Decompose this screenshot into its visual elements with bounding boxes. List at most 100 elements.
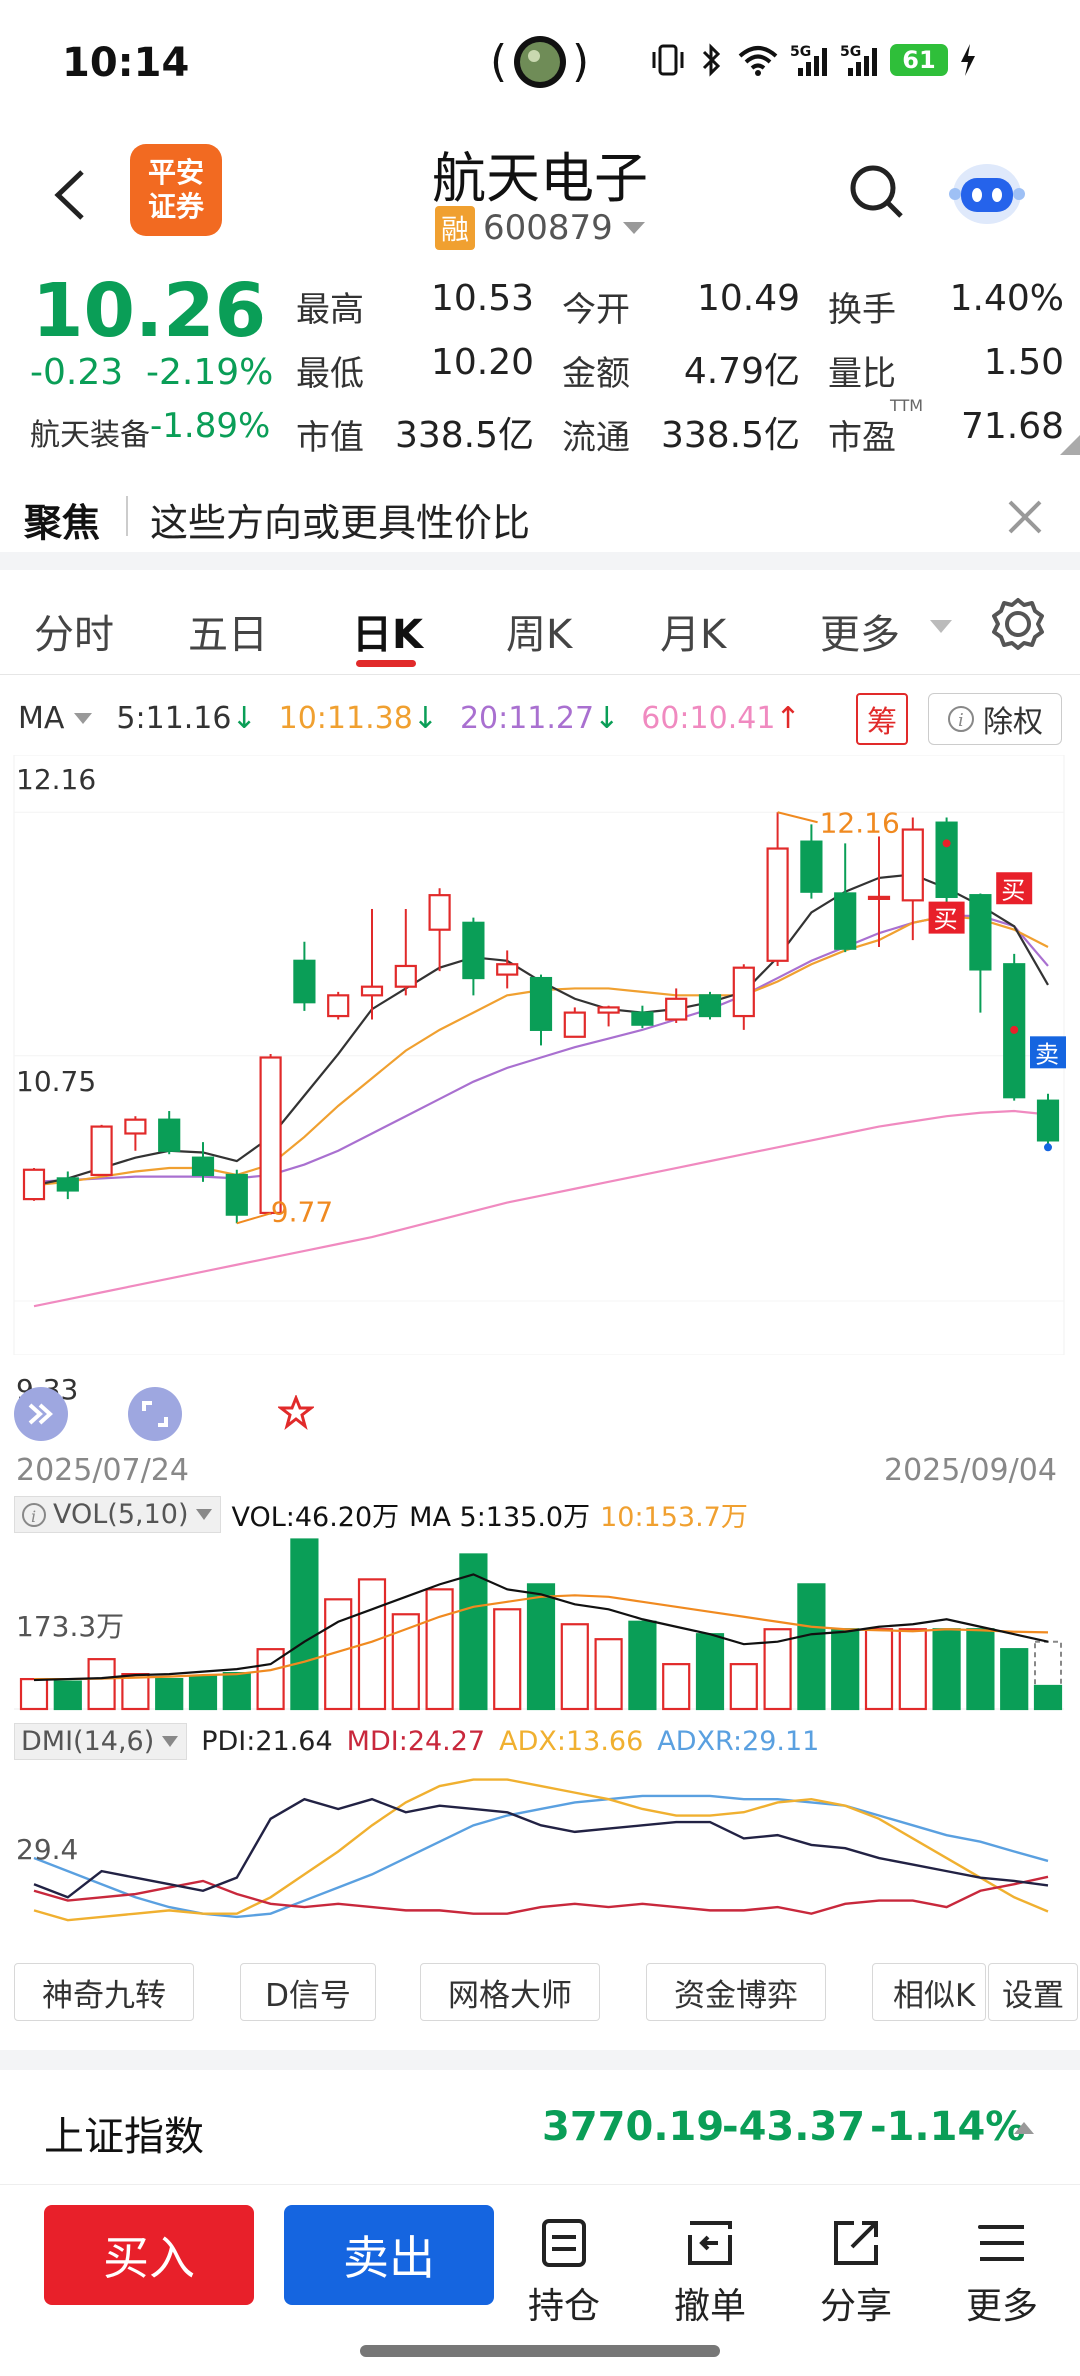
tab-five-day[interactable]: 五日 [188, 602, 268, 660]
dmi-dropdown-icon [162, 1735, 179, 1747]
fullscreen-button[interactable] [128, 1387, 182, 1441]
index-pct: -1.14% [870, 2104, 1026, 2150]
ai-assistant-button[interactable] [945, 150, 1029, 234]
chip-distribution-button[interactable]: 筹 [856, 693, 908, 745]
double-chevron-icon [28, 1403, 53, 1425]
volume-indicator-selector[interactable]: i VOL(5,10) [14, 1496, 222, 1533]
candle-body [293, 959, 316, 1004]
ma-legend[interactable]: MA 5:11.16↓ 10:11.38↓ 20:11.27↓ 60:10.41… [18, 701, 801, 736]
tool-nine-turn[interactable]: 神奇九转 [14, 1963, 194, 2021]
ma60-up-arrow-icon: ↑ [775, 701, 801, 736]
stock-header: 平安 证券 航天电子 融 600879 [0, 130, 1080, 260]
last-price: 10.26 [32, 268, 267, 354]
price-change: -0.23 [30, 352, 124, 393]
y-label-high: 12.16 [16, 763, 97, 796]
kline-chart[interactable]: 12.169.77买买卖 [0, 755, 1080, 1355]
volume-bar [898, 1628, 927, 1711]
chart-settings-button[interactable] [990, 596, 1046, 652]
candle-body [698, 994, 722, 1018]
candle-body [834, 892, 857, 950]
tab-monthly-k[interactable]: 月K [660, 602, 726, 660]
focus-divider [126, 496, 128, 536]
candle-body [867, 895, 891, 900]
quote-panel: 10.26 -0.23 -2.19% 航天装备 -1.89% 最高 10.53 … [0, 260, 1080, 460]
candle-body [22, 1168, 46, 1201]
volume-legend: i VOL(5,10) VOL:46.20万 MA 5:135.0万 10:15… [14, 1495, 748, 1534]
quote-value-low: 10.20 [430, 342, 534, 383]
ma60-text: 60:10.41 [641, 701, 776, 736]
svg-text:5G: 5G [790, 44, 811, 60]
ma5-down-arrow-icon: ↓ [231, 701, 257, 736]
battery-icon: 61 [890, 44, 948, 76]
volume-dropdown-icon [196, 1508, 213, 1520]
candle-body [529, 976, 553, 1031]
candle-body [597, 1006, 620, 1014]
sell-signal[interactable]: 卖 [1030, 1036, 1066, 1069]
stock-code: 600879 [483, 208, 613, 248]
candle-body [496, 963, 519, 976]
signal-dot-1 [942, 839, 951, 848]
quote-value-open: 10.49 [696, 278, 800, 319]
period-tabs: 分时 五日 日K 周K 月K 更多 [0, 570, 1080, 675]
volume-bar [662, 1663, 691, 1711]
position-button[interactable]: 持仓 [528, 2215, 600, 2329]
position-list-icon [542, 2219, 586, 2267]
tool-similar-k[interactable]: 相似K [872, 1963, 986, 2021]
expand-corner-icon[interactable] [1060, 435, 1080, 455]
volume-bar [1033, 1684, 1063, 1711]
ma5-text: 5:11.16 [116, 701, 232, 736]
cancel-order-button[interactable]: 撤单 [674, 2215, 746, 2329]
quote-label-volume-ratio: 量比 [828, 354, 896, 394]
volume-bar [864, 1628, 894, 1711]
share-icon [834, 2221, 878, 2265]
dmi-y-label: 29.4 [16, 1833, 79, 1866]
info-icon: i [948, 706, 974, 732]
more-button[interactable]: 更多 [966, 2215, 1038, 2329]
index-ticker[interactable]: 上证指数 3770.19 -43.37 -1.14% [0, 2070, 1080, 2185]
tool-d-signal[interactable]: D信号 [240, 1963, 376, 2021]
candle-body [563, 1011, 586, 1038]
tab-daily-k[interactable]: 日K [352, 602, 423, 660]
section-gap [0, 552, 1080, 570]
stock-code-selector[interactable]: 融 600879 [435, 206, 647, 250]
section-gap-2 [0, 2050, 1080, 2070]
event-star-icon[interactable] [276, 1393, 316, 1431]
menu-icon [978, 2225, 1024, 2261]
ex-rights-button[interactable]: i 除权 [928, 693, 1062, 745]
dmi-legend: DMI(14,6) PDI:21.64 MDI:24.27 ADX:13.66 … [14, 1723, 819, 1760]
candle-body [935, 821, 958, 898]
volume-chart[interactable] [0, 1537, 1080, 1717]
quote-value-volume-ratio: 1.50 [983, 342, 1064, 383]
buy-signal-2[interactable]: 买 [996, 872, 1033, 905]
tool-fund-game[interactable]: 资金博弈 [646, 1963, 826, 2021]
search-button[interactable] [845, 160, 909, 224]
ma10-value: 10:11.38↓ [279, 701, 438, 736]
tool-settings[interactable]: 设置 [988, 1963, 1078, 2021]
tab-more[interactable]: 更多 [820, 602, 900, 660]
dmi-indicator-selector[interactable]: DMI(14,6) [14, 1723, 188, 1760]
volume-bar [560, 1623, 589, 1711]
candle-body [1036, 1099, 1060, 1142]
volume-current: VOL:46.20万 [231, 1502, 400, 1533]
quote-value-float: 338.5亿 [660, 415, 800, 456]
buy-button[interactable]: 买入 [44, 2205, 254, 2305]
tab-intraday[interactable]: 分时 [34, 602, 114, 660]
tab-weekly-k[interactable]: 周K [506, 602, 572, 660]
expand-left-button[interactable] [14, 1387, 68, 1441]
close-icon [1008, 500, 1042, 534]
close-button[interactable] [1000, 492, 1050, 542]
dmi-chart[interactable] [0, 1765, 1080, 1935]
tool-grid-master[interactable]: 网格大师 [420, 1963, 600, 2021]
volume-y-label: 173.3万 [16, 1610, 125, 1643]
sell-button[interactable]: 卖出 [284, 2205, 494, 2305]
buy-signal-1[interactable]: 买 [928, 901, 965, 934]
chevron-up-icon [1014, 2122, 1034, 2134]
candle-body [394, 964, 417, 988]
share-button[interactable]: 分享 [820, 2215, 892, 2329]
candle-body [90, 1125, 113, 1177]
volume-bar [155, 1677, 184, 1711]
volume-bar [493, 1608, 522, 1711]
dmi-pdi: PDI:21.64 [201, 1726, 333, 1757]
quote-label-high: 最高 [296, 290, 364, 330]
focus-label: 聚焦 [24, 501, 101, 545]
